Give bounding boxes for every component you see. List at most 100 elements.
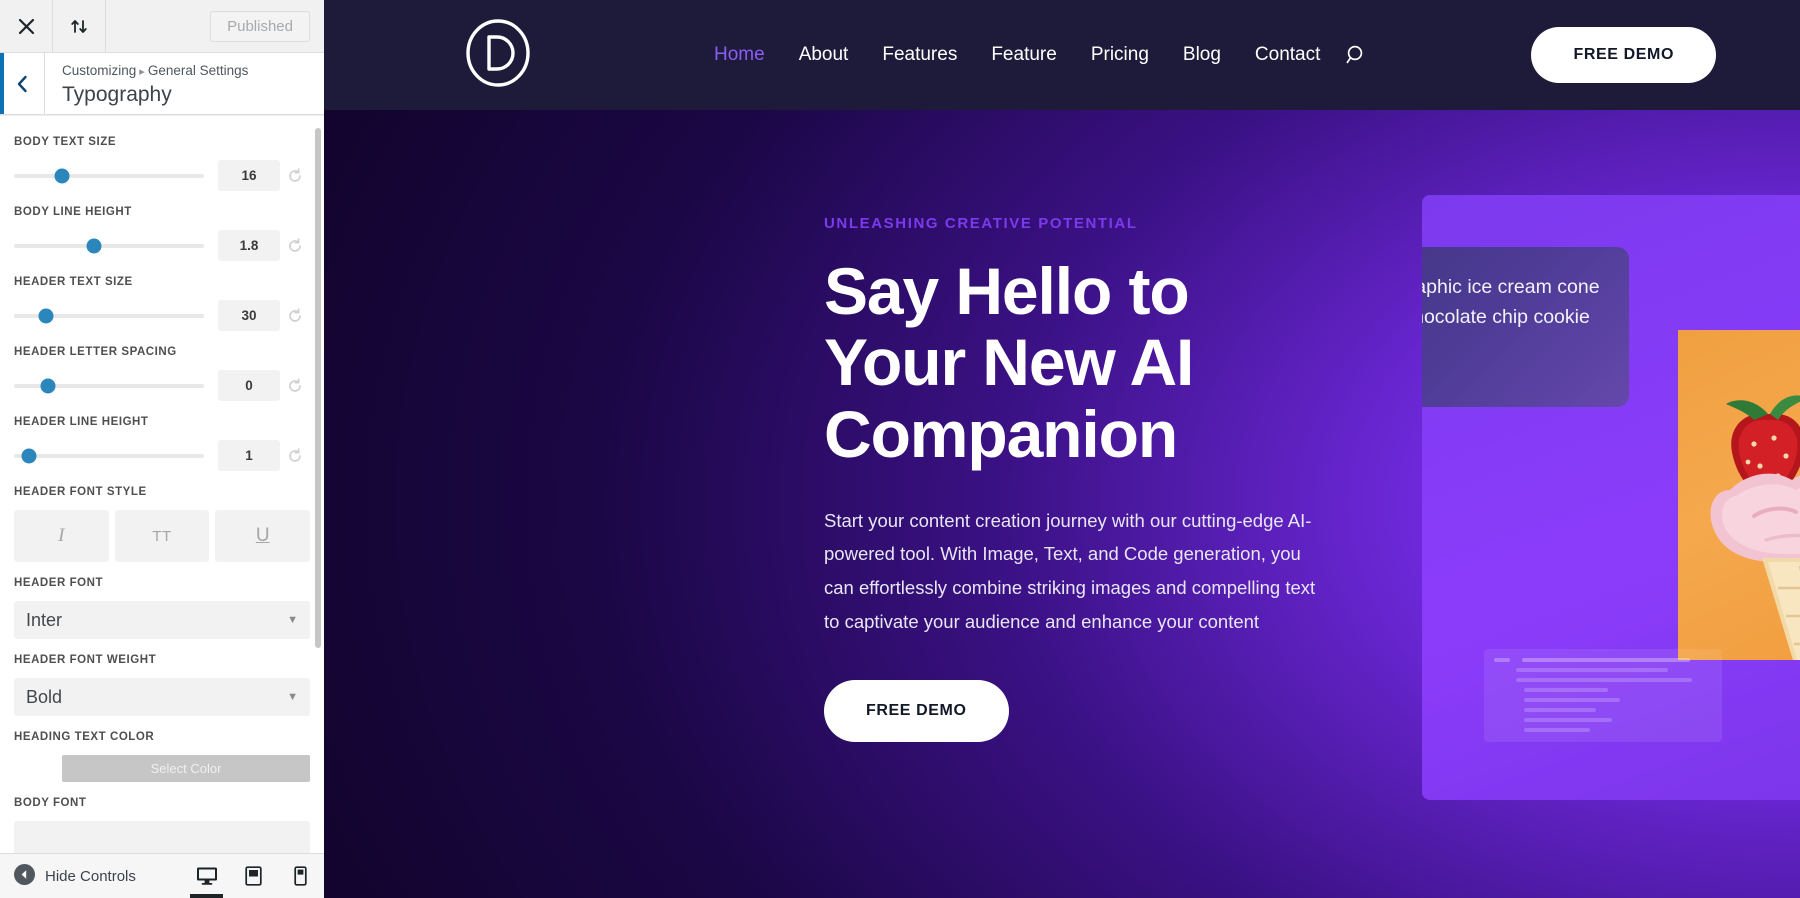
- reset-arrow-icon[interactable]: [280, 447, 310, 464]
- slider-track[interactable]: [14, 238, 204, 253]
- control-label: Header Line Height: [14, 416, 149, 428]
- slider-knob[interactable]: [38, 308, 54, 323]
- breadcrumb-root[interactable]: Customizing: [62, 63, 136, 78]
- breadcrumb-separator-icon: ▸: [139, 66, 145, 78]
- published-status-button[interactable]: Published: [210, 10, 310, 42]
- nav-item-home[interactable]: Home: [697, 44, 782, 66]
- customizer-panel-header: Customizing ▸ General Settings Typography: [0, 53, 324, 115]
- nav-item-feature[interactable]: Feature: [974, 44, 1073, 66]
- control-label: Body Text Size: [14, 136, 117, 148]
- hero-visual-card: Photographic ice cream cone with a choco…: [1422, 195, 1800, 800]
- body-font-select[interactable]: [14, 821, 310, 853]
- nav-item-blog[interactable]: Blog: [1166, 44, 1238, 66]
- hero-title-line-1: Say Hello to: [824, 254, 1190, 328]
- ai-prompt-text: Photographic ice cream cone with a choco…: [1422, 276, 1600, 328]
- page-title: Typography: [62, 82, 172, 106]
- code-line: [1524, 688, 1608, 692]
- slider-knob[interactable]: [86, 238, 102, 253]
- font-style-buttons: I TT U: [14, 510, 311, 562]
- nav-item-about[interactable]: About: [782, 44, 866, 66]
- reset-arrow-icon[interactable]: [280, 237, 310, 254]
- hero-eyebrow: UNLEASHING CREATIVE POTENTIAL: [824, 215, 1138, 232]
- hero-free-demo-button[interactable]: FREE DEMO: [824, 680, 1009, 743]
- hide-controls-button[interactable]: Hide Controls: [14, 863, 136, 889]
- header-font-weight-select[interactable]: Bold ▼: [14, 678, 310, 716]
- underline-button[interactable]: U: [215, 510, 311, 562]
- header-font-value: Inter: [26, 609, 63, 630]
- control-header-font-weight: Header Font Weight Bold ▼: [14, 654, 310, 716]
- hero-title-line-2: Your New AI: [824, 325, 1194, 400]
- control-header-line-height: Header Line Height 1: [14, 416, 310, 471]
- header-font-weight-value: Bold: [26, 686, 63, 707]
- desktop-preview-icon[interactable]: [183, 854, 230, 898]
- code-line: [1524, 728, 1590, 732]
- customizer-footer: Hide Controls: [0, 853, 324, 898]
- slider-row: 1: [14, 440, 310, 471]
- control-header-font-style: Header Font Style I TT U: [14, 486, 311, 562]
- nav-item-contact[interactable]: Contact: [1238, 44, 1337, 66]
- shortcuts-arrows-icon[interactable]: [53, 0, 106, 52]
- close-icon[interactable]: [0, 0, 53, 52]
- breadcrumb: Customizing ▸ General Settings: [62, 62, 248, 81]
- slider-value[interactable]: 1: [218, 440, 280, 471]
- uppercase-button[interactable]: TT: [114, 510, 210, 562]
- customizer-controls-list: Body Text Size 16 Body Line Height 1.8: [0, 116, 324, 853]
- code-line: [1524, 718, 1612, 722]
- divi-d-logo-icon[interactable]: [464, 18, 532, 92]
- code-line: [1516, 678, 1692, 682]
- header-font-select[interactable]: Inter ▼: [14, 601, 310, 639]
- code-line: [1494, 658, 1510, 662]
- italic-button[interactable]: I: [14, 510, 109, 562]
- control-heading-text-color: Heading Text Color Select Color: [14, 731, 310, 782]
- control-label: Body Font: [14, 797, 87, 809]
- reset-arrow-icon[interactable]: [280, 307, 310, 324]
- hero-section: UNLEASHING CREATIVE POTENTIAL Say Hello …: [324, 110, 1800, 898]
- collapse-left-icon: [14, 863, 35, 889]
- header-free-demo-button[interactable]: FREE DEMO: [1531, 27, 1716, 83]
- nav-item-pricing[interactable]: Pricing: [1074, 44, 1166, 66]
- control-label: Heading Text Color: [14, 731, 155, 743]
- control-body-line-height: Body Line Height 1.8: [14, 206, 310, 261]
- slider-knob[interactable]: [54, 168, 69, 183]
- control-header-text-size: Header Text Size 30: [14, 276, 310, 331]
- code-line: [1524, 708, 1596, 712]
- tablet-preview-icon[interactable]: [230, 854, 277, 898]
- control-label: Header Font: [14, 577, 104, 589]
- slider-track[interactable]: [14, 448, 204, 463]
- nav-item-features[interactable]: Features: [865, 44, 974, 66]
- color-picker-row: Select Color: [14, 755, 310, 782]
- slider-track[interactable]: [14, 308, 204, 323]
- slider-track[interactable]: [14, 168, 204, 183]
- customizer-app: Published Customizing ▸ General Settings T…: [0, 0, 1800, 898]
- control-label: Header Font Style: [14, 486, 147, 498]
- slider-value[interactable]: 1.8: [218, 230, 280, 261]
- search-icon[interactable]: [1337, 44, 1377, 66]
- breadcrumb-section[interactable]: General Settings: [148, 63, 249, 78]
- sidebar-scrollbar[interactable]: [315, 128, 321, 648]
- panel-titles: Customizing ▸ General Settings Typography: [45, 53, 248, 114]
- slider-track[interactable]: [14, 378, 204, 393]
- hero-inner: UNLEASHING CREATIVE POTENTIAL Say Hello …: [324, 110, 1800, 898]
- reset-arrow-icon[interactable]: [280, 377, 310, 394]
- site-preview-frame: Home About Features Feature Pricing Blog…: [324, 0, 1800, 898]
- reset-arrow-icon[interactable]: [280, 167, 310, 184]
- hero-title: Say Hello to Your New AI Companion: [824, 254, 1344, 470]
- mobile-preview-icon[interactable]: [277, 854, 324, 898]
- select-color-button[interactable]: Select Color: [62, 755, 310, 782]
- slider-value[interactable]: 30: [218, 300, 280, 331]
- hero-copy: UNLEASHING CREATIVE POTENTIAL Say Hello …: [824, 215, 1344, 743]
- device-preview-switcher: [183, 854, 324, 898]
- control-header-font: Header Font Inter ▼: [14, 577, 310, 639]
- ai-prompt-card: Photographic ice cream cone with a choco…: [1422, 247, 1629, 407]
- control-label: Body Line Height: [14, 206, 132, 218]
- chevron-left-icon[interactable]: [0, 53, 45, 114]
- slider-value[interactable]: 0: [218, 370, 280, 401]
- slider-row: 1.8: [14, 230, 310, 261]
- control-header-letter-spacing: Header Letter Spacing 0: [14, 346, 310, 401]
- slider-row: 0: [14, 370, 310, 401]
- hide-controls-label: Hide Controls: [45, 867, 136, 885]
- slider-knob[interactable]: [21, 448, 37, 463]
- slider-knob[interactable]: [40, 378, 56, 393]
- slider-value[interactable]: 16: [218, 160, 280, 191]
